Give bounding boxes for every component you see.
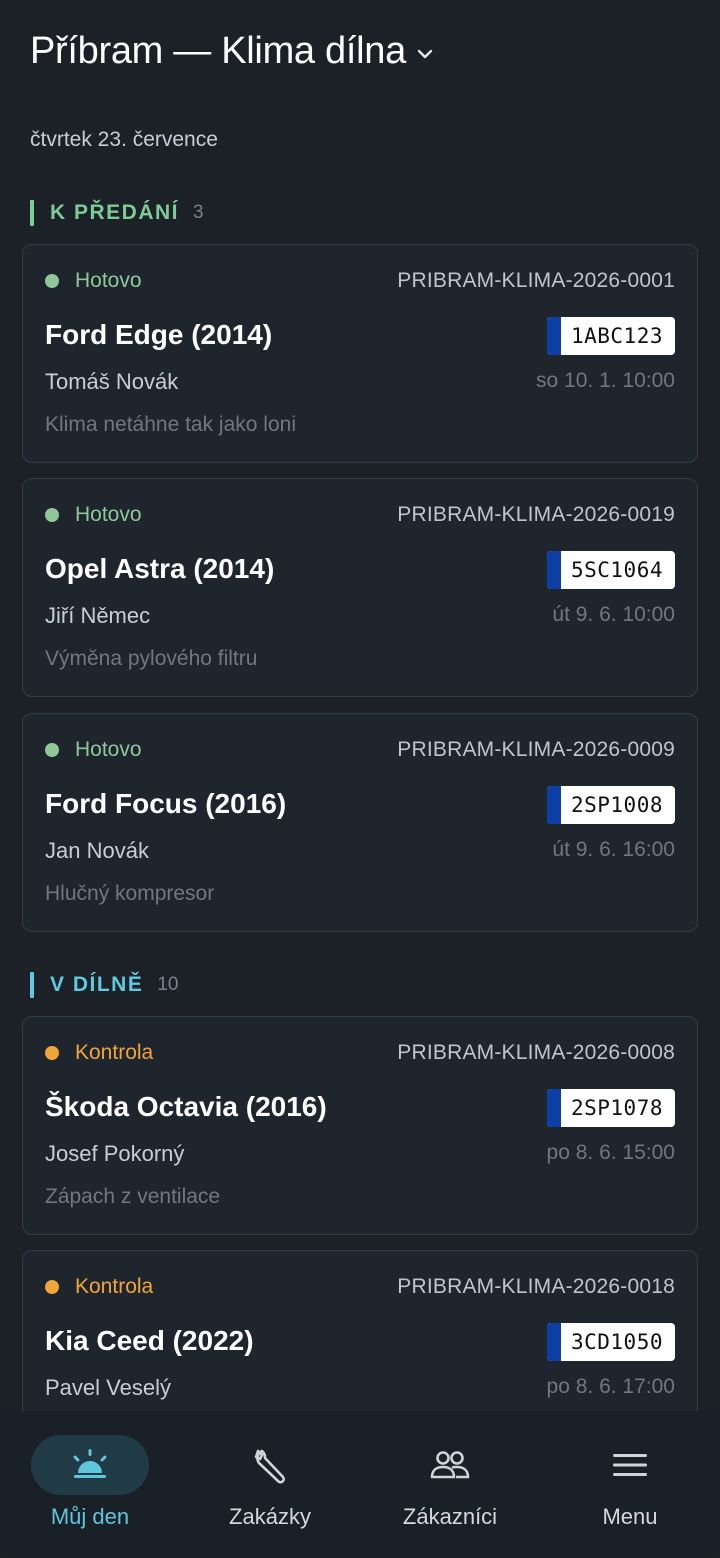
- appointment-time: so 10. 1. 10:00: [536, 369, 675, 392]
- issue-description: Zápach z ventilace: [45, 1185, 221, 1208]
- issue-description: Hlučný kompresor: [45, 882, 215, 905]
- tab-label: Zakázky: [229, 1504, 311, 1529]
- eu-flag-icon: [546, 786, 561, 824]
- tab-my-day[interactable]: Můj den: [0, 1411, 180, 1558]
- wrench-icon: [248, 1445, 292, 1485]
- vehicle-name: Ford Edge (2014): [45, 319, 273, 350]
- issue-description: Klima netáhne tak jako loni: [45, 413, 296, 436]
- plate-number: 5SC1064: [570, 558, 663, 582]
- status-label: Kontrola: [75, 1041, 154, 1064]
- status-dot-icon: [45, 508, 59, 522]
- customer-name: Jiří Němec: [45, 603, 151, 628]
- plate-number: 2SP1008: [570, 793, 663, 817]
- job-code: PRIBRAM-KLIMA-2026-0009: [397, 738, 675, 761]
- status-dot-icon: [45, 1046, 59, 1060]
- customer-name: Jan Novák: [45, 838, 149, 863]
- customer-name: Pavel Veselý: [45, 1375, 171, 1400]
- hamburger-icon: [608, 1445, 652, 1485]
- section-label: V DÍLNĚ: [50, 973, 144, 996]
- tab-customers[interactable]: Zákazníci: [360, 1411, 540, 1558]
- app-screen: Příbram — Klima dílna čtvrtek 23. červen…: [0, 0, 720, 1558]
- status-label: Hotovo: [75, 269, 142, 292]
- status-label: Hotovo: [75, 503, 142, 526]
- current-date: čtvrtek 23. července: [30, 128, 218, 151]
- vehicle-name: Škoda Octavia (2016): [45, 1091, 327, 1122]
- customer-name: Josef Pokorný: [45, 1141, 185, 1166]
- bottom-navigation: Můj den Zakázky Zákazníci Menu: [0, 1411, 720, 1558]
- status-label: Hotovo: [75, 738, 142, 761]
- job-code: PRIBRAM-KLIMA-2026-0018: [397, 1275, 675, 1298]
- job-code: PRIBRAM-KLIMA-2026-0008: [397, 1041, 675, 1064]
- section-label: K PŘEDÁNÍ: [50, 201, 180, 224]
- status-badge: Hotovo: [45, 269, 142, 293]
- status-label: Kontrola: [75, 1275, 154, 1298]
- workshop-selector[interactable]: Příbram — Klima dílna: [30, 26, 436, 76]
- status-badge: Hotovo: [45, 738, 142, 762]
- status-dot-icon: [45, 274, 59, 288]
- plate-number: 2SP1078: [570, 1096, 663, 1120]
- appointment-time: po 8. 6. 17:00: [546, 1375, 675, 1398]
- eu-flag-icon: [546, 1089, 561, 1127]
- tab-label: Zákazníci: [402, 1504, 498, 1529]
- customer-name: Tomáš Novák: [45, 369, 179, 394]
- license-plate: 2SP1008: [546, 786, 675, 824]
- appointment-time: út 9. 6. 16:00: [552, 838, 675, 861]
- tab-label: Menu: [602, 1504, 658, 1529]
- job-code: PRIBRAM-KLIMA-2026-0019: [397, 503, 675, 526]
- license-plate: 2SP1078: [546, 1089, 675, 1127]
- job-card[interactable]: Hotovo PRIBRAM-KLIMA-2026-0019 Opel Astr…: [22, 478, 698, 697]
- sunrise-icon: [68, 1445, 112, 1485]
- tab-menu[interactable]: Menu: [540, 1411, 720, 1558]
- job-code: PRIBRAM-KLIMA-2026-0001: [397, 269, 675, 292]
- section-workshop-header: V DÍLNĚ 10: [30, 971, 178, 999]
- section-handover-header: K PŘEDÁNÍ 3: [30, 199, 204, 227]
- eu-flag-icon: [546, 1323, 561, 1361]
- status-badge: Hotovo: [45, 503, 142, 527]
- license-plate: 5SC1064: [546, 551, 675, 589]
- section-count: 10: [157, 974, 179, 995]
- plate-number: 3CD1050: [570, 1330, 663, 1354]
- job-card[interactable]: Hotovo PRIBRAM-KLIMA-2026-0009 Ford Focu…: [22, 713, 698, 932]
- chevron-down-icon: [417, 49, 433, 59]
- license-plate: 3CD1050: [546, 1323, 675, 1361]
- people-icon: [428, 1445, 472, 1485]
- section-marker: [30, 972, 34, 998]
- vehicle-name: Ford Focus (2016): [45, 788, 287, 819]
- license-plate: 1ABC123: [546, 317, 675, 355]
- status-badge: Kontrola: [45, 1275, 153, 1299]
- status-badge: Kontrola: [45, 1041, 153, 1065]
- eu-flag-icon: [546, 551, 561, 589]
- job-card[interactable]: Hotovo PRIBRAM-KLIMA-2026-0001 Ford Edge…: [22, 244, 698, 463]
- vehicle-name: Kia Ceed (2022): [45, 1325, 254, 1356]
- job-card[interactable]: Kontrola PRIBRAM-KLIMA-2026-0008 Škoda O…: [22, 1016, 698, 1235]
- appointment-time: po 8. 6. 15:00: [546, 1141, 675, 1164]
- eu-flag-icon: [546, 317, 561, 355]
- page-title: Příbram — Klima dílna: [30, 29, 406, 72]
- appointment-time: út 9. 6. 10:00: [552, 603, 675, 626]
- section-marker: [30, 200, 34, 226]
- issue-description: Výměna pylového filtru: [45, 647, 258, 670]
- status-dot-icon: [45, 1280, 59, 1294]
- tab-label: Můj den: [50, 1504, 130, 1529]
- plate-number: 1ABC123: [570, 324, 663, 348]
- tab-orders[interactable]: Zakázky: [180, 1411, 360, 1558]
- vehicle-name: Opel Astra (2014): [45, 553, 275, 584]
- section-count: 3: [193, 202, 204, 223]
- status-dot-icon: [45, 743, 59, 757]
